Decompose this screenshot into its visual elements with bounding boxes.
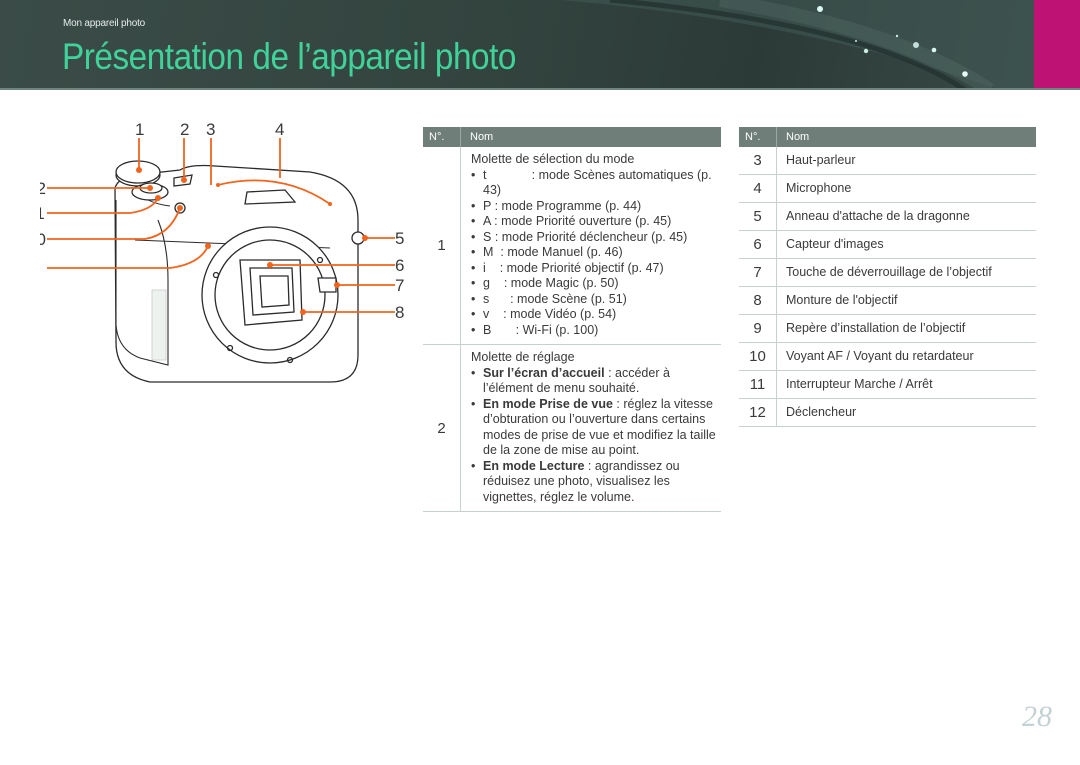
list-item: t : mode Scènes automatiques (p. 43)	[471, 168, 721, 199]
table-row: 5 Anneau d'attache de la dragonne	[739, 203, 1036, 231]
callout-11: 11	[40, 204, 45, 223]
table-row: 6 Capteur d'images	[739, 231, 1036, 259]
table-row: 4 Microphone	[739, 175, 1036, 203]
row-name: Capteur d'images	[786, 236, 884, 251]
row-name: Touche de déverrouillage de l’objectif	[786, 264, 992, 279]
row-num: 6	[739, 231, 777, 258]
table-row: 11 Interrupteur Marche / Arrêt	[739, 371, 1036, 399]
list-item: Sur l’écran d’accueil : accéder à l’élém…	[471, 366, 721, 397]
list-item: g : mode Magic (p. 50)	[471, 276, 721, 292]
callout-1: 1	[135, 120, 144, 139]
callout-2: 2	[180, 120, 189, 139]
callout-10: 10	[40, 230, 46, 249]
header-name: Nom	[470, 131, 494, 143]
section-tab-accent	[1034, 0, 1080, 90]
parts-table-right: N°. Nom 3 Haut-parleur 4 Microphone 5 Anneau …	[739, 127, 1036, 427]
table-row: 9 Repère d’installation de l’objectif	[739, 315, 1036, 343]
row-name: Monture de l'objectif	[786, 292, 898, 307]
row-name: Voyant AF / Voyant du retardateur	[786, 348, 974, 363]
row-name: Interrupteur Marche / Arrêt	[786, 376, 933, 391]
row-num: 2	[423, 345, 461, 511]
list-item: S : mode Priorité déclencheur (p. 45)	[471, 230, 721, 246]
callout-7: 7	[395, 276, 404, 295]
row-num: 4	[739, 175, 777, 202]
callout-6: 6	[395, 256, 404, 275]
row-num: 10	[739, 343, 777, 370]
page-number: 28	[1022, 700, 1052, 733]
table-row: 8 Monture de l'objectif	[739, 287, 1036, 315]
callout-3: 3	[206, 120, 215, 139]
list-item: M : mode Manuel (p. 46)	[471, 245, 721, 261]
table-row: 3 Haut-parleur	[739, 147, 1036, 175]
table-header: N°. Nom	[739, 127, 1036, 147]
lens-release-button	[317, 277, 337, 293]
camera-illustration: 1 2 3 4 5 6 7 8 9 10 11 12	[27, 120, 404, 383]
header-num: N°.	[739, 127, 777, 147]
list-item: s : mode Scène (p. 51)	[471, 292, 721, 308]
callout-8: 8	[395, 303, 404, 322]
list-item: En mode Prise de vue : réglez la vitesse…	[471, 397, 721, 459]
page-header: Mon appareil photo Présentation de l’app…	[0, 0, 1080, 90]
row-title: Molette de sélection du mode	[471, 152, 635, 166]
callout-5: 5	[395, 229, 404, 248]
breadcrumb[interactable]: Mon appareil photo	[63, 18, 145, 29]
header-name: Nom	[786, 131, 810, 143]
header-num: N°.	[423, 127, 461, 147]
table-row: 10 Voyant AF / Voyant du retardateur	[739, 343, 1036, 371]
list-item: A : mode Priorité ouverture (p. 45)	[471, 214, 721, 230]
parts-table-left: N°. Nom 1 Molette de sélection du mode t…	[423, 127, 721, 512]
hot-shoe	[244, 189, 297, 205]
row-title: Molette de réglage	[471, 350, 575, 364]
row-name: Haut-parleur	[786, 152, 856, 167]
header-divider	[0, 88, 1080, 90]
list-item: i : mode Priorité objectif (p. 47)	[471, 261, 721, 277]
row-name: Repère d’installation de l’objectif	[786, 320, 966, 335]
row-num: 7	[739, 259, 777, 286]
row-num: 9	[739, 315, 777, 342]
callout-12: 12	[40, 179, 46, 198]
row-name: Anneau d'attache de la dragonne	[786, 208, 970, 223]
list-item: v : mode Vidéo (p. 54)	[471, 307, 721, 323]
list-item: P : mode Programme (p. 44)	[471, 199, 721, 215]
list-item: B : Wi-Fi (p. 100)	[471, 323, 721, 339]
row-num: 8	[739, 287, 777, 314]
list-item: En mode Lecture : agrandissez ou réduise…	[471, 459, 721, 506]
row-num: 1	[423, 147, 461, 344]
row-num: 11	[739, 371, 777, 398]
table-row: 12 Déclencheur	[739, 399, 1036, 427]
table-header: N°. Nom	[423, 127, 721, 147]
table-row: 2 Molette de réglage Sur l’écran d’accue…	[423, 345, 721, 512]
row-name: Microphone	[786, 180, 852, 195]
page-title: Présentation de l’appareil photo	[62, 36, 516, 77]
table-row: 1 Molette de sélection du mode t : mode …	[423, 147, 721, 345]
row-num: 5	[739, 203, 777, 230]
row-name: Déclencheur	[786, 404, 857, 419]
row-num: 3	[739, 147, 777, 174]
callout-4: 4	[275, 120, 284, 139]
row-num: 12	[739, 399, 777, 426]
camera-diagram: 1 2 3 4 5 6 7 8 9 10 11 12	[27, 120, 420, 410]
table-row: 7 Touche de déverrouillage de l’objectif	[739, 259, 1036, 287]
